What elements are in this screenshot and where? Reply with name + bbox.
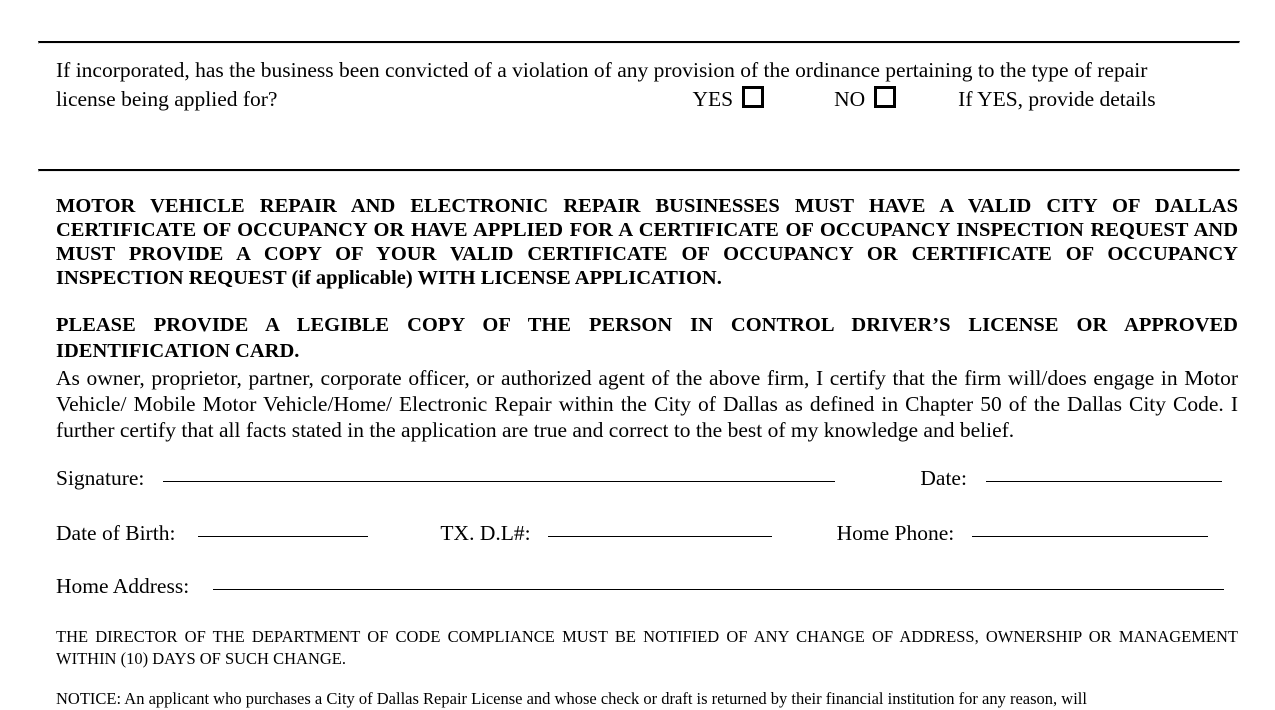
yes-label: YES [692,87,734,111]
certificate-of-occupancy-notice: MOTOR VEHICLE REPAIR AND ELECTRONIC REPA… [56,195,1238,289]
no-label: NO [834,87,866,111]
no-checkbox[interactable] [874,86,897,108]
home-phone-label: Home Phone: [836,521,955,545]
incorporation-question-block: If incorporated, has the business been c… [56,57,1238,113]
home-address-input[interactable] [213,589,1225,590]
drivers-license-label: TX. D.L#: [440,521,531,545]
date-of-birth-label: Date of Birth: [56,521,176,545]
incorporation-question-line2-text: license being applied for? [56,87,278,111]
signature-row: Signature: Date: [56,466,1222,491]
yes-checkbox[interactable] [742,86,765,108]
date-input[interactable] [985,481,1222,482]
section-divider-bottom [38,169,1240,172]
signature-input[interactable] [163,481,836,482]
home-address-label: Home Address: [56,574,190,598]
director-notification-notice: THE DIRECTOR OF THE DEPARTMENT OF CODE C… [56,627,1238,668]
home-address-row: Home Address: [56,574,1225,599]
signature-label: Signature: [56,466,145,490]
certification-paragraph: As owner, proprietor, partner, corporate… [56,366,1238,442]
if-yes-provide-details-label: If YES, provide details [958,87,1156,111]
personal-info-row: Date of Birth: TX. D.L#: Home Phone: [56,521,1209,546]
date-label: Date: [920,466,967,490]
form-page: If incorporated, has the business been c… [0,0,1275,708]
incorporation-question-line2: license being applied for? YES NO If YES… [56,84,1238,113]
incorporation-question-line1: If incorporated, has the business been c… [56,58,1148,82]
drivers-license-input[interactable] [547,536,772,537]
returned-check-notice: NOTICE: An applicant who purchases a Cit… [56,689,1087,708]
legible-copy-notice: PLEASE PROVIDE A LEGIBLE COPY OF THE PER… [56,314,1238,362]
home-phone-input[interactable] [972,536,1209,537]
section-divider-top [38,41,1240,44]
date-of-birth-input[interactable] [198,536,369,537]
certification-block: PLEASE PROVIDE A LEGIBLE COPY OF THE PER… [56,313,1238,443]
